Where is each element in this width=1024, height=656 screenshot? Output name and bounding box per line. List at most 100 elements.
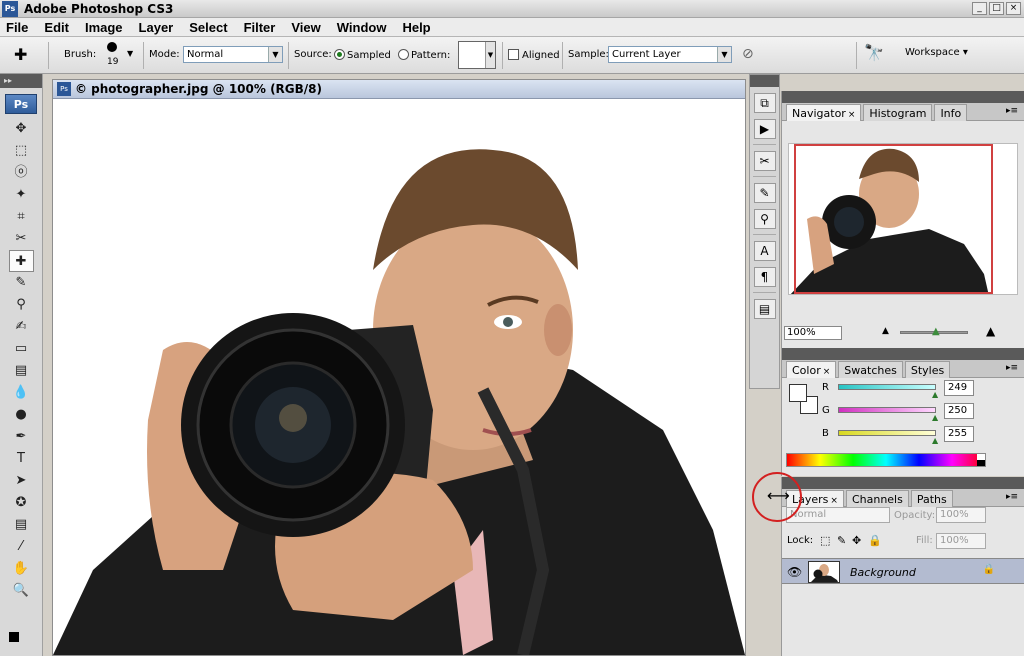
slice-tool-icon[interactable]: ✂: [9, 228, 34, 250]
close-button[interactable]: ×: [1006, 2, 1021, 15]
tab-swatches[interactable]: Swatches: [838, 361, 903, 378]
tool-presets-icon[interactable]: ✂: [753, 151, 776, 171]
ignore-adjustment-layers-icon[interactable]: ⊘: [742, 46, 754, 62]
zoom-in-icon[interactable]: ▲: [986, 324, 995, 338]
clone-stamp-tool-icon[interactable]: ⚲: [9, 294, 34, 316]
menu-file[interactable]: File: [6, 20, 28, 35]
paragraph-icon[interactable]: ¶: [753, 267, 776, 287]
opacity-input[interactable]: 100%: [936, 507, 986, 523]
menu-select[interactable]: Select: [189, 20, 227, 35]
zoom-tool-icon[interactable]: 🔍: [9, 580, 34, 602]
gradient-tool-icon[interactable]: ▤: [9, 360, 34, 382]
layer-row-background[interactable]: 👁 Background 🔒: [782, 558, 1024, 584]
lock-all-icon[interactable]: 🔒: [868, 534, 882, 547]
brush-preview-icon[interactable]: [107, 42, 117, 52]
panel-menu-icon[interactable]: ▸≡: [1006, 492, 1018, 502]
tab-channels[interactable]: Channels: [845, 490, 909, 507]
tab-info[interactable]: Info: [934, 104, 968, 121]
character-icon[interactable]: A: [753, 241, 776, 261]
crop-tool-icon[interactable]: ⌗: [9, 206, 34, 228]
menu-view[interactable]: View: [291, 20, 320, 35]
blur-tool-icon[interactable]: 💧: [9, 382, 34, 404]
clone-source-icon[interactable]: ⚲: [753, 209, 776, 229]
bridge-icon[interactable]: 🔭: [864, 43, 884, 62]
zoom-out-icon[interactable]: ▲: [882, 326, 889, 336]
eyedropper-tool-icon[interactable]: ⁄: [9, 536, 34, 558]
menu-layer[interactable]: Layer: [139, 20, 174, 35]
menu-filter[interactable]: Filter: [244, 20, 276, 35]
lasso-tool-icon[interactable]: ⓞ: [9, 162, 34, 184]
channel-slider[interactable]: [838, 430, 936, 436]
pattern-radio[interactable]: Pattern:: [398, 49, 450, 61]
tab-styles[interactable]: Styles: [904, 361, 951, 378]
healing-brush-tool-icon[interactable]: ✚: [14, 45, 27, 64]
brushes-icon[interactable]: ✎: [753, 183, 776, 203]
notes-tool-icon[interactable]: ▤: [9, 514, 34, 536]
layer-name[interactable]: Background: [850, 566, 916, 579]
close-icon[interactable]: ×: [848, 110, 856, 120]
magic-wand-tool-icon[interactable]: ✦: [9, 184, 34, 206]
close-icon[interactable]: ×: [830, 496, 838, 506]
color-spectrum[interactable]: [786, 453, 986, 467]
slider-knob-icon[interactable]: ▲: [932, 390, 938, 399]
eye-icon[interactable]: 👁: [787, 565, 802, 579]
sampled-radio[interactable]: Sampled: [334, 49, 391, 61]
foreground-color-swatch[interactable]: [789, 384, 807, 402]
layer-comps-icon[interactable]: ▤: [753, 299, 776, 319]
toolbox-header[interactable]: ▸▸: [0, 74, 42, 88]
hand-tool-icon[interactable]: ✋: [9, 558, 34, 580]
panel-menu-icon[interactable]: ▸≡: [1006, 363, 1018, 373]
tab-paths[interactable]: Paths: [910, 490, 953, 507]
tab-color[interactable]: Color ×: [786, 361, 837, 378]
document-tab[interactable]: Ps © photographer.jpg @ 100% (RGB/8): [53, 80, 745, 99]
actions-icon[interactable]: ▶: [753, 119, 776, 139]
channel-slider[interactable]: [838, 407, 936, 413]
channel-slider[interactable]: [838, 384, 936, 390]
channel-value[interactable]: 249: [944, 380, 974, 396]
menu-help[interactable]: Help: [402, 20, 430, 35]
sample-select[interactable]: Current Layer ▼: [608, 46, 732, 63]
foreground-color-swatch[interactable]: [9, 632, 19, 642]
strip-header[interactable]: [750, 75, 779, 87]
menu-edit[interactable]: Edit: [44, 20, 69, 35]
zoom-slider-knob[interactable]: ▲: [932, 326, 940, 337]
minimize-button[interactable]: _: [972, 2, 987, 15]
path-selection-tool-icon[interactable]: ➤: [9, 470, 34, 492]
marquee-tool-icon[interactable]: ⬚: [9, 140, 34, 162]
aligned-checkbox[interactable]: Aligned: [508, 49, 560, 61]
panel-header[interactable]: [782, 348, 1024, 360]
lock-image-icon[interactable]: ✎: [837, 534, 846, 547]
slider-knob-icon[interactable]: ▲: [932, 436, 938, 445]
menu-image[interactable]: Image: [85, 20, 123, 35]
history-icon[interactable]: ⧉: [753, 93, 776, 113]
panel-menu-icon[interactable]: ▸≡: [1006, 106, 1018, 116]
lock-position-icon[interactable]: ✥: [852, 534, 861, 547]
panel-header[interactable]: [782, 477, 1024, 489]
channel-value[interactable]: 255: [944, 426, 974, 442]
panel-header[interactable]: [782, 91, 1024, 103]
healing-brush-tool-icon[interactable]: ✚: [8, 250, 34, 272]
shape-tool-icon[interactable]: ✪: [9, 492, 34, 514]
tab-histogram[interactable]: Histogram: [863, 104, 933, 121]
channel-value[interactable]: 250: [944, 403, 974, 419]
view-area-rectangle[interactable]: [794, 144, 993, 294]
type-tool-icon[interactable]: T: [9, 448, 34, 470]
lock-transparent-icon[interactable]: ⬚: [820, 534, 830, 547]
brush-tool-icon[interactable]: ✎: [9, 272, 34, 294]
blend-mode-select[interactable]: Normal: [786, 507, 890, 523]
workspace-button[interactable]: Workspace ▾: [905, 47, 968, 58]
tab-navigator[interactable]: Navigator ×: [786, 104, 862, 121]
dodge-tool-icon[interactable]: ●: [9, 404, 34, 426]
menu-window[interactable]: Window: [337, 20, 387, 35]
eraser-tool-icon[interactable]: ▭: [9, 338, 34, 360]
fill-input[interactable]: 100%: [936, 533, 986, 549]
document-canvas[interactable]: [53, 100, 745, 655]
pattern-picker[interactable]: ▼: [458, 41, 496, 69]
close-icon[interactable]: ×: [823, 367, 831, 377]
brush-dropdown-icon[interactable]: ▼: [127, 49, 133, 58]
history-brush-tool-icon[interactable]: ✍: [9, 316, 34, 338]
pen-tool-icon[interactable]: ✒: [9, 426, 34, 448]
maximize-button[interactable]: □: [989, 2, 1004, 15]
move-tool-icon[interactable]: ✥: [9, 118, 34, 140]
mode-select[interactable]: Normal ▼: [183, 46, 283, 63]
